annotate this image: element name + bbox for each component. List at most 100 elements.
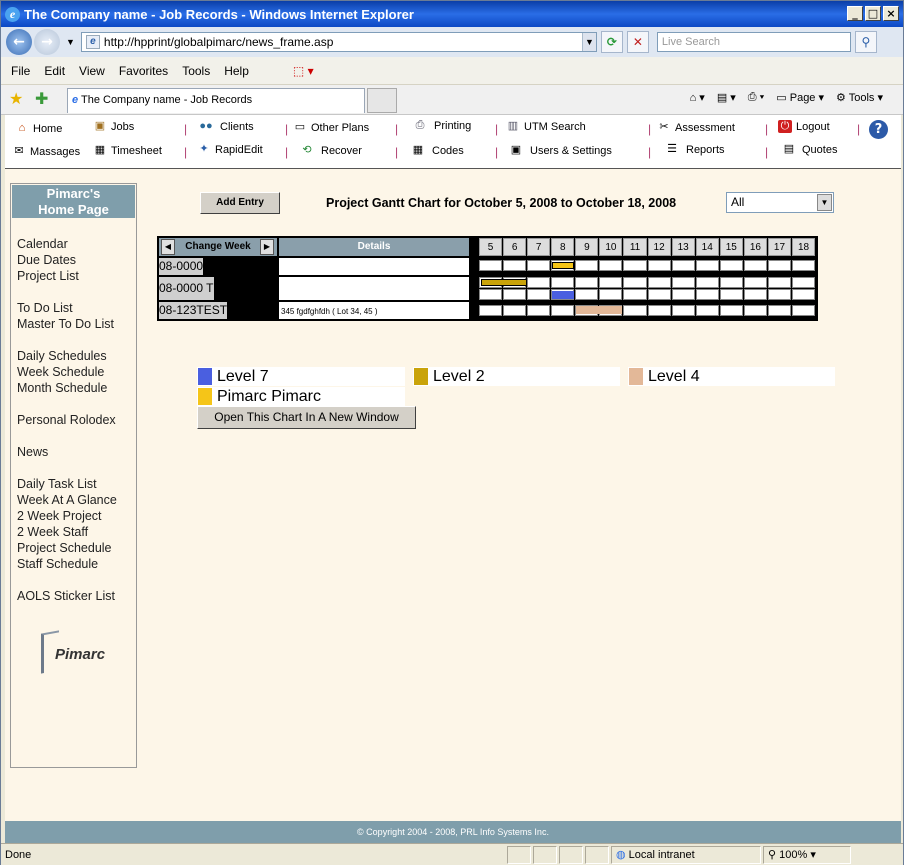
status-pane <box>507 845 531 864</box>
pdf-icon[interactable]: ⬚ ▾ <box>293 64 314 78</box>
clients-icon: ●● <box>199 120 213 132</box>
nav-printing[interactable]: ⎙ Printing <box>410 119 472 132</box>
search-input[interactable]: Live Search <box>656 32 851 52</box>
nav-separator: | <box>648 122 652 136</box>
sidebar-link-to-do-list[interactable]: To Do List <box>17 300 136 316</box>
nav-logout[interactable]: ⏻ Logout <box>778 120 830 133</box>
maximize-button[interactable]: □ <box>865 6 881 21</box>
recover-icon: ⟲ <box>302 144 312 156</box>
day-header: 16 <box>743 238 767 256</box>
job-cell[interactable]: 08-0000 T <box>159 277 214 300</box>
sidebar-link-due-dates[interactable]: Due Dates <box>17 252 136 268</box>
new-tab-button[interactable] <box>367 88 397 113</box>
nav-massages-label: Massages <box>30 145 81 158</box>
sidebar-link-daily-schedules[interactable]: Daily Schedules <box>17 348 136 364</box>
home-icon[interactable]: ⌂ ▾ <box>690 91 705 104</box>
nav-jobs[interactable]: ▣ Jobs <box>93 120 134 133</box>
add-favorites-icon[interactable]: ✚ <box>35 89 48 109</box>
sidebar-link-month-schedule[interactable]: Month Schedule <box>17 380 136 396</box>
nav-reports[interactable]: ☰ Reports <box>662 143 725 156</box>
nav-assessment[interactable]: ✂ Assessment <box>657 121 735 134</box>
sidebar-link-personal-rolodex[interactable]: Personal Rolodex <box>17 412 136 428</box>
sidebar-link-2-week-project[interactable]: 2 Week Project <box>17 508 136 524</box>
sidebar-link-week-at-a-glance[interactable]: Week At A Glance <box>17 492 136 508</box>
tab-icon: e <box>72 94 79 106</box>
favorites-star-icon[interactable]: ★ <box>9 89 23 109</box>
menu-favorites[interactable]: Favorites <box>119 64 168 78</box>
minimize-button[interactable]: _ <box>847 6 863 21</box>
job-cell[interactable]: 08-123TEST <box>159 302 228 319</box>
sidebar-link-2-week-staff[interactable]: 2 Week Staff <box>17 524 136 540</box>
add-entry-button[interactable]: Add Entry <box>200 192 280 214</box>
stop-icon[interactable]: ✕ <box>626 31 649 53</box>
close-button[interactable]: × <box>883 6 899 21</box>
gantt-bar-level-2[interactable] <box>481 279 527 286</box>
chart-title: Project Gantt Chart for October 5, 2008 … <box>326 196 677 210</box>
gantt-bar-pimarc[interactable] <box>552 262 574 269</box>
menu-file[interactable]: File <box>11 64 30 78</box>
nav-codes[interactable]: ▦ Codes <box>408 144 464 157</box>
nav-assessment-label: Assessment <box>675 121 735 134</box>
zoom-control[interactable]: ⚲ 100% ▾ <box>763 845 851 864</box>
nav-clients[interactable]: ●● Clients <box>196 120 254 133</box>
gantt-bar-level-4[interactable] <box>576 306 622 314</box>
print-icon[interactable]: ⎙ ▾ <box>748 91 764 104</box>
help-icon[interactable]: ? <box>869 120 888 139</box>
nav-massages[interactable]: ✉ Massages <box>12 145 80 158</box>
open-new-window-button[interactable]: Open This Chart In A New Window <box>197 406 416 429</box>
browser-tab[interactable]: e The Company name - Job Records <box>67 88 365 113</box>
history-dropdown-icon[interactable]: ▼ <box>66 37 75 47</box>
search-icon[interactable]: ⚲ <box>854 31 877 53</box>
nav-rapidedit[interactable]: ✦ RapidEdit <box>197 143 262 156</box>
nav-other-plans[interactable]: ▭ Other Plans <box>293 121 369 134</box>
sidebar: Pimarc's Home Page Calendar Due Dates Pr… <box>10 183 137 768</box>
nav-reports-label: Reports <box>686 143 725 156</box>
page-menu-label: Page <box>789 92 816 104</box>
address-bar[interactable]: e http://hpprint/globalpimarc/news_frame… <box>80 32 597 52</box>
menu-edit[interactable]: Edit <box>44 64 65 78</box>
nav-separator: | <box>495 145 499 159</box>
page-menu[interactable]: ▭ Page ▾ <box>776 91 824 104</box>
nav-separator: | <box>648 145 652 159</box>
nav-printing-label: Printing <box>434 119 472 132</box>
nav-users-settings[interactable]: ▣ Users & Settings <box>506 144 612 157</box>
refresh-icon[interactable]: ⟳ <box>600 31 623 53</box>
forward-button[interactable]: → <box>34 29 60 55</box>
app-navigation: ⌂ Home ▣ Jobs ●● Clients ▭ Other Plans ⎙ Prin… <box>5 115 901 169</box>
nav-utm-search[interactable]: ▥ UTM Search <box>506 120 586 133</box>
menu-view[interactable]: View <box>79 64 105 78</box>
address-dropdown-icon[interactable]: ▼ <box>581 33 596 51</box>
menu-help[interactable]: Help <box>224 64 249 78</box>
filter-select[interactable]: All ▼ <box>726 192 834 213</box>
job-details <box>279 277 469 300</box>
sidebar-link-daily-task-list[interactable]: Daily Task List <box>17 476 136 492</box>
sidebar-link-calendar[interactable]: Calendar <box>17 236 136 252</box>
next-week-icon[interactable]: ▶ <box>260 239 274 255</box>
nav-recover[interactable]: ⟲ Recover <box>297 144 362 157</box>
sidebar-header[interactable]: Pimarc's Home Page <box>12 185 135 218</box>
gantt-chart: Change Week ◀ ▶ Details 5 6 7 8 9 10 11 … <box>157 236 818 321</box>
back-button[interactable]: ← <box>6 29 32 55</box>
gantt-bar-level-7[interactable] <box>552 291 574 299</box>
status-pane <box>559 845 583 864</box>
day-header: 11 <box>623 238 647 256</box>
sidebar-link-week-schedule[interactable]: Week Schedule <box>17 364 136 380</box>
sidebar-link-staff-schedule[interactable]: Staff Schedule <box>17 556 136 572</box>
tools-menu[interactable]: ⚙ Tools ▾ <box>836 91 883 104</box>
menu-tools[interactable]: Tools <box>182 64 210 78</box>
nav-clients-label: Clients <box>220 120 254 133</box>
job-cell[interactable]: 08-0000 <box>159 258 204 275</box>
nav-quotes[interactable]: ▤ Quotes <box>780 143 838 156</box>
sidebar-link-master-to-do-list[interactable]: Master To Do List <box>17 316 136 332</box>
sidebar-link-project-list[interactable]: Project List <box>17 268 136 284</box>
feeds-icon[interactable]: ▤ ▾ <box>717 91 736 104</box>
prev-week-icon[interactable]: ◀ <box>161 239 175 255</box>
nav-home[interactable]: ⌂ Home <box>15 122 63 135</box>
nav-separator: | <box>184 122 188 136</box>
sidebar-link-project-schedule[interactable]: Project Schedule <box>17 540 136 556</box>
sidebar-link-news[interactable]: News <box>17 444 136 460</box>
nav-timesheet[interactable]: ▦ Timesheet <box>93 144 162 157</box>
sidebar-link-aols-sticker-list[interactable]: AOLS Sticker List <box>17 588 136 604</box>
